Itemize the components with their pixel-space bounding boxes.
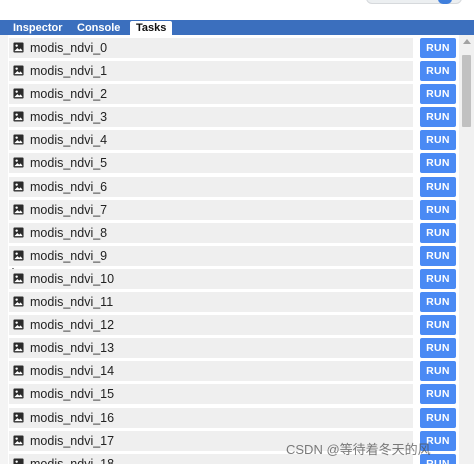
run-button[interactable]: RUN [420,384,456,405]
run-button[interactable]: RUN [420,338,456,359]
run-button[interactable]: RUN [420,268,456,289]
task-row: modis_ndvi_6 RUN [9,176,458,199]
image-icon [13,250,24,261]
task-name: modis_ndvi_16 [30,410,115,425]
task-row: modis_ndvi_11 RUN [9,291,458,314]
watermark: CSDN @等待着冬天的风 [286,442,431,457]
task-row: modis_ndvi_4 RUN [9,129,458,152]
image-icon [13,181,24,192]
tab-inspector[interactable]: Inspector [8,21,68,35]
task-name: modis_ndvi_8 [30,225,108,240]
image-icon [13,365,24,376]
image-icon [13,88,24,99]
run-button[interactable]: RUN [420,153,456,174]
task-name: modis_ndvi_0 [30,41,108,55]
task-row: modis_ndvi_8 RUN [9,222,458,245]
scrollbar-thumb[interactable] [462,55,471,127]
run-button[interactable]: RUN [420,84,456,105]
task-name: modis_ndvi_10 [30,271,115,286]
scrollbar[interactable] [459,35,474,464]
image-icon [13,273,24,284]
image-icon [13,411,24,423]
task-name: modis_ndvi_4 [30,133,108,148]
left-rail [0,35,8,464]
run-button[interactable]: RUN [420,38,456,58]
task-list: modis_ndvi_0 RUN modis_ndvi_1 RUN modis_ndvi… [9,37,458,464]
task-row: modis_ndvi_2 RUN [9,83,458,106]
task-name: modis_ndvi_12 [30,318,115,333]
image-icon [13,227,24,238]
task-name: modis_ndvi_18 [30,456,115,464]
image-icon [13,157,24,169]
tab-console[interactable]: Console [72,21,125,35]
task-name: modis_ndvi_2 [30,87,108,102]
image-icon [13,388,24,399]
task-name: modis_ndvi_14 [30,364,115,379]
task-name: modis_ndvi_3 [30,110,108,125]
task-row: modis_ndvi_13 RUN [9,337,458,360]
task-row: modis_ndvi_7 RUN [9,199,458,222]
run-button[interactable]: RUN [420,222,456,243]
run-button[interactable]: RUN [420,315,456,336]
run-button[interactable]: RUN [420,176,456,197]
task-name: modis_ndvi_11 [30,295,114,310]
run-button[interactable]: RUN [420,292,456,313]
run-button[interactable]: RUN [420,199,456,220]
task-row: modis_ndvi_1 RUN [9,60,458,83]
image-icon [13,111,24,122]
task-name: modis_ndvi_7 [30,202,108,217]
run-button[interactable]: RUN [420,361,456,382]
task-row: modis_ndvi_10 RUN [9,268,458,291]
task-name: modis_ndvi_5 [30,156,108,171]
run-button[interactable]: RUN [420,107,456,128]
panel-tab-bar: Inspector Console Tasks [0,20,474,35]
image-icon [13,435,24,446]
task-row: modis_ndvi_0 RUN [9,37,458,60]
run-button[interactable]: RUN [420,407,456,428]
task-row: modis_ndvi_14 RUN [9,360,458,383]
tasks-panel: modis_ndvi_0 RUN modis_ndvi_1 RUN modis_ndvi… [0,35,474,464]
image-icon [13,296,24,307]
image-icon [13,204,24,215]
scroll-up-arrow-icon[interactable] [463,39,471,44]
task-row: modis_ndvi_9 RUN [9,245,458,268]
image-icon [13,134,24,145]
task-name: modis_ndvi_13 [30,341,115,356]
tab-tasks[interactable]: Tasks [130,21,173,35]
task-row: modis_ndvi_12 RUN [9,314,458,337]
task-row: modis_ndvi_15 RUN [9,383,458,406]
task-name: modis_ndvi_6 [30,179,108,194]
run-button[interactable]: RUN [420,61,456,82]
image-icon [13,458,24,464]
run-button[interactable]: RUN [420,245,456,266]
image-icon [13,342,24,353]
task-name: modis_ndvi_9 [30,248,108,263]
task-name: modis_ndvi_1 [30,64,108,79]
task-name: modis_ndvi_15 [30,387,115,402]
task-row: modis_ndvi_3 RUN [9,106,458,129]
image-icon [13,42,24,53]
run-button[interactable]: RUN [420,130,456,151]
task-name: modis_ndvi_17 [30,433,115,448]
task-row: modis_ndvi_16 RUN [9,407,458,430]
image-icon [13,65,24,76]
task-row: modis_ndvi_5 RUN [9,152,458,175]
image-icon [13,319,24,330]
